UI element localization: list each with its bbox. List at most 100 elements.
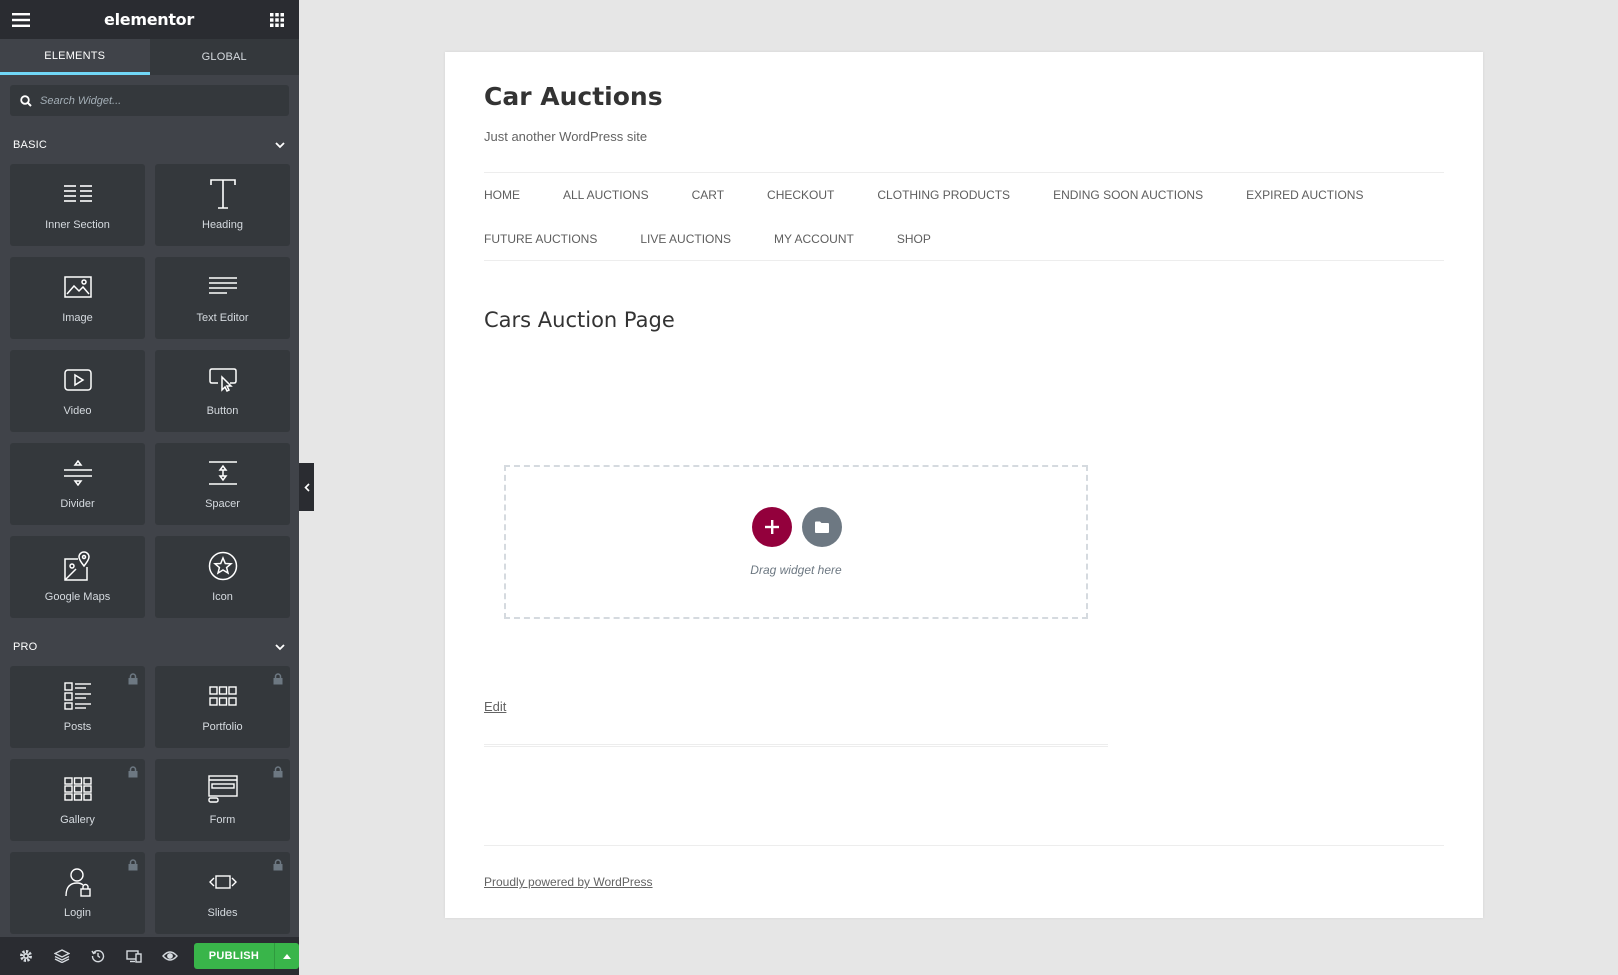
tab-global[interactable]: GLOBAL (149, 39, 299, 75)
nav-item-future-auctions[interactable]: FUTURE AUCTIONS (484, 232, 597, 246)
google-maps-icon (63, 550, 92, 582)
history-icon[interactable] (80, 937, 116, 975)
footer-divider (484, 845, 1444, 846)
nav-top-divider (484, 172, 1444, 173)
nav-item-cart[interactable]: CART (692, 188, 724, 202)
button-icon (208, 364, 237, 396)
portfolio-icon (208, 680, 237, 712)
spacer-icon (208, 457, 237, 489)
nav-item-checkout[interactable]: CHECKOUT (767, 188, 834, 202)
inner-section-icon (63, 178, 92, 210)
widgets-grid-icon[interactable] (267, 10, 287, 30)
heading-icon (209, 178, 236, 210)
nav-item-ending-soon-auctions[interactable]: ENDING SOON AUCTIONS (1053, 188, 1203, 202)
widget-divider[interactable]: Divider (10, 443, 145, 525)
collapse-panel-toggle[interactable] (299, 463, 314, 511)
menu-icon[interactable] (11, 10, 31, 30)
category-pro-header[interactable]: PRO (0, 628, 299, 666)
image-icon (63, 271, 92, 303)
category-title: PRO (13, 641, 38, 653)
gallery-icon (63, 773, 92, 805)
settings-gear-icon[interactable] (8, 937, 44, 975)
nav-item-all-auctions[interactable]: ALL AUCTIONS (563, 188, 649, 202)
login-icon (64, 866, 92, 898)
panel-header: elementor (0, 0, 299, 39)
slides-icon (208, 866, 237, 898)
drop-zone-hint: Drag widget here (750, 563, 842, 577)
widget-gallery[interactable]: Gallery (10, 759, 145, 841)
chevron-down-icon (275, 643, 285, 650)
widget-image[interactable]: Image (10, 257, 145, 339)
lock-icon (128, 673, 138, 685)
add-template-button[interactable] (802, 507, 842, 547)
tab-elements[interactable]: ELEMENTS (0, 39, 150, 75)
search-box (10, 85, 289, 116)
nav-bottom-divider (484, 260, 1444, 261)
widget-google-maps[interactable]: Google Maps (10, 536, 145, 618)
nav-item-clothing-products[interactable]: CLOTHING PRODUCTS (877, 188, 1010, 202)
search-icon (20, 94, 32, 107)
text-editor-icon (208, 271, 237, 303)
powered-by-link[interactable]: Proudly powered by WordPress (484, 875, 653, 889)
add-section-button[interactable] (752, 507, 792, 547)
navigator-layers-icon[interactable] (44, 937, 80, 975)
primary-nav-row-2: FUTURE AUCTIONS LIVE AUCTIONS MY ACCOUNT… (484, 232, 1444, 246)
widget-label: Gallery (60, 814, 95, 826)
widget-label: Google Maps (44, 591, 111, 603)
preview-page: Car Auctions Just another WordPress site… (445, 52, 1483, 918)
lock-icon (128, 859, 138, 871)
widget-spacer[interactable]: Spacer (155, 443, 290, 525)
category-title: BASIC (13, 139, 48, 151)
page-title: Cars Auction Page (484, 308, 675, 332)
chevron-left-icon (303, 482, 310, 492)
widget-form[interactable]: Form (155, 759, 290, 841)
category-basic-header[interactable]: BASIC (0, 126, 299, 164)
posts-icon (63, 680, 92, 712)
video-icon (63, 364, 92, 396)
widget-label: Button (206, 405, 239, 417)
folder-icon (815, 521, 829, 533)
site-title[interactable]: Car Auctions (484, 82, 663, 111)
edit-link[interactable]: Edit (484, 699, 506, 714)
widget-label: Login (64, 907, 91, 919)
widget-icon[interactable]: Icon (155, 536, 290, 618)
lock-icon (273, 859, 283, 871)
widget-video[interactable]: Video (10, 350, 145, 432)
widget-slides[interactable]: Slides (155, 852, 290, 934)
preview-eye-icon[interactable] (152, 937, 188, 975)
form-icon (207, 773, 238, 805)
site-description: Just another WordPress site (484, 129, 648, 144)
nav-item-home[interactable]: HOME (484, 188, 520, 202)
pro-widgets-grid: Posts Portfolio Gallery Form Login Slide… (0, 666, 299, 934)
primary-nav-row-1: HOME ALL AUCTIONS CART CHECKOUT CLOTHING… (484, 188, 1444, 202)
widget-label: Inner Section (45, 219, 110, 231)
widget-label: Image (62, 312, 93, 324)
widget-drop-zone[interactable]: Drag widget here (504, 465, 1088, 619)
nav-item-my-account[interactable]: MY ACCOUNT (774, 232, 854, 246)
star-icon (208, 550, 238, 582)
lock-icon (273, 673, 283, 685)
elementor-panel: elementor ELEMENTS GLOBAL BASIC (0, 0, 299, 975)
divider-icon (63, 457, 92, 489)
widget-posts[interactable]: Posts (10, 666, 145, 748)
widget-button[interactable]: Button (155, 350, 290, 432)
entry-divider (484, 744, 1108, 747)
widget-heading[interactable]: Heading (155, 164, 290, 246)
publish-options-button[interactable] (274, 943, 299, 969)
widget-portfolio[interactable]: Portfolio (155, 666, 290, 748)
publish-button[interactable]: PUBLISH (194, 943, 274, 969)
search-widget-input[interactable] (40, 94, 260, 107)
widget-text-editor[interactable]: Text Editor (155, 257, 290, 339)
widget-inner-section[interactable]: Inner Section (10, 164, 145, 246)
nav-item-live-auctions[interactable]: LIVE AUCTIONS (640, 232, 731, 246)
widget-login[interactable]: Login (10, 852, 145, 934)
nav-item-shop[interactable]: SHOP (897, 232, 931, 246)
widget-label: Text Editor (196, 312, 249, 324)
lock-icon (128, 766, 138, 778)
nav-item-expired-auctions[interactable]: EXPIRED AUCTIONS (1246, 188, 1363, 202)
widget-label: Spacer (205, 498, 240, 510)
panel-tabs: ELEMENTS GLOBAL (0, 39, 299, 75)
responsive-mode-icon[interactable] (116, 937, 152, 975)
widget-label: Video (63, 405, 92, 417)
widget-label: Portfolio (202, 721, 243, 733)
